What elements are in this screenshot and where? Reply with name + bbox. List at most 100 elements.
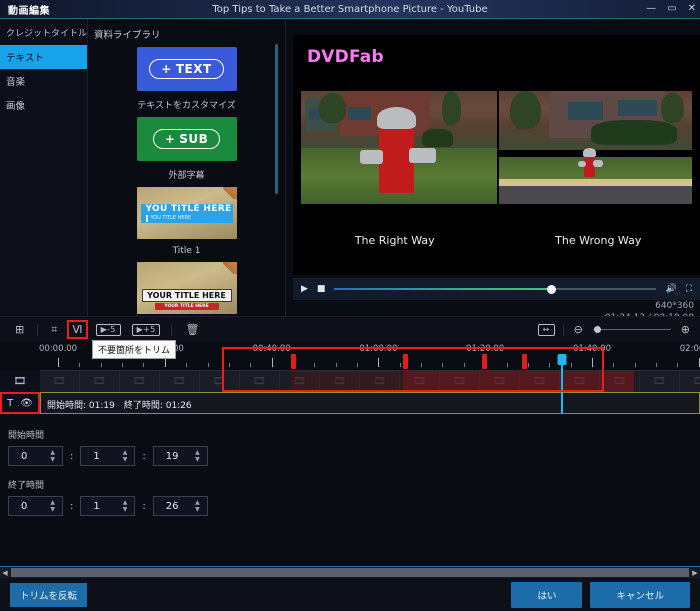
play-icon[interactable]: ▶ (301, 284, 308, 294)
timeline-marker[interactable] (521, 354, 527, 369)
ok-button[interactable]: はい (511, 581, 583, 608)
library-scrollbar[interactable] (275, 44, 278, 194)
video-thumbnail: 🎞 (200, 371, 240, 392)
start-seconds-stepper[interactable]: 19 ▲ ▼ (152, 446, 208, 466)
crop-icon[interactable]: ⌗ (49, 323, 59, 336)
title-template-2[interactable]: YOUR TITLE HERE YOUR TITLE HERE (136, 262, 237, 314)
sidebar-item-text[interactable]: テキスト (0, 45, 87, 69)
video-thumbnail: 🎞 (40, 371, 80, 392)
timeline-marker[interactable] (403, 354, 408, 369)
stepper-arrows[interactable]: ▲ ▼ (123, 500, 128, 513)
add-sub-pill: + SUB (152, 129, 221, 149)
trim-icon[interactable]: Ⅵ (67, 320, 88, 339)
horizontal-scrollbar[interactable]: ◀ ▶ (0, 566, 700, 578)
scroll-left-icon[interactable]: ◀ (0, 569, 10, 577)
back-5-button[interactable]: ▶-5 (95, 323, 121, 336)
stepper-down-icon[interactable]: ▼ (50, 457, 55, 463)
separator: : (142, 450, 146, 462)
title-template-1[interactable]: YOU TITLE HERE YOU TITLE HERE (136, 187, 237, 239)
seek-bar[interactable] (334, 283, 657, 295)
ruler-tick (399, 363, 401, 367)
hand-corner-decoration (222, 187, 237, 199)
ruler-tick (314, 363, 316, 367)
ruler-tick (58, 358, 59, 367)
library-header: 資料ライブラリ (94, 30, 161, 41)
delete-icon[interactable]: 🗑 (183, 323, 201, 336)
hydrant-arm-left (359, 149, 384, 165)
cancel-button[interactable]: キャンセル (590, 581, 690, 608)
scrollbar-thumb[interactable] (11, 568, 689, 577)
stepper-down-icon[interactable]: ▼ (123, 507, 128, 513)
volume-icon[interactable]: 🔊 (665, 284, 676, 294)
stepper-arrows[interactable]: ▲ ▼ (195, 450, 200, 463)
window-shape (618, 100, 658, 116)
video-track[interactable]: 🎞🎞🎞🎞🎞🎞🎞🎞🎞🎞🎞🎞🎞🎞🎞🎞🎞 (40, 370, 700, 392)
stepper-arrows[interactable]: ▲ ▼ (195, 500, 200, 513)
video-track-header[interactable]: 🎞 (0, 370, 40, 392)
ruler-tick (570, 363, 572, 367)
end-seconds-stepper[interactable]: 26 ▲ ▼ (152, 496, 208, 516)
hydrant-arm-left (577, 161, 586, 167)
split-icon[interactable]: ⊞ (13, 323, 26, 336)
zoom-slider-handle[interactable] (593, 326, 601, 333)
text-track[interactable]: 開始時間: 01:19 終了時間: 01:26 (40, 392, 700, 414)
maximize-icon[interactable]: ▭ (667, 4, 676, 14)
stepper-down-icon[interactable]: ▼ (195, 507, 200, 513)
ruler-tick (421, 363, 423, 367)
zoom-out-icon[interactable]: ⊖ (572, 323, 585, 336)
template-1-sub-text: YOU TITLE HERE (145, 215, 233, 222)
timeline-marker[interactable] (482, 354, 488, 369)
tree-shape (318, 93, 346, 123)
text-track-header[interactable]: T 👁 (0, 392, 40, 414)
resolution-label: 640*360 (655, 301, 694, 311)
minimize-icon[interactable]: — (646, 4, 656, 14)
seek-progress (334, 288, 554, 290)
stepper-arrows[interactable]: ▲ ▼ (50, 500, 55, 513)
close-icon[interactable]: ✕ (688, 4, 696, 14)
ruler-tick (463, 363, 465, 367)
sidebar-item-music[interactable]: 音楽 (0, 69, 87, 93)
shrub-shape (591, 120, 677, 146)
window-shape (568, 102, 603, 121)
playhead[interactable] (561, 354, 564, 414)
ruler-label: 02:00.00 (679, 344, 700, 354)
end-minutes-stepper[interactable]: 1 ▲ ▼ (80, 496, 136, 516)
stepper-down-icon[interactable]: ▼ (50, 507, 55, 513)
fit-icon[interactable]: ↔ (537, 323, 555, 336)
editor-toolbar: ⊞ ⌗ Ⅵ ▶-5 ▶+5 🗑 ↔ ⊖ ⊕ (0, 316, 700, 342)
add-subtitle-tile[interactable]: + SUB (136, 117, 237, 161)
add-sub-label: SUB (179, 132, 209, 146)
toolbar-separator (37, 323, 39, 336)
add-text-tile[interactable]: + TEXT (136, 47, 237, 91)
nav-header: クレジットタイトル (6, 29, 88, 39)
stop-icon[interactable]: ■ (317, 284, 326, 294)
ruler-tick (207, 363, 209, 367)
ruler-tick (79, 363, 81, 367)
ruler-label: 00:40.00 (252, 344, 291, 354)
stepper-down-icon[interactable]: ▼ (123, 457, 128, 463)
zoom-slider[interactable] (592, 325, 671, 335)
seek-handle[interactable] (546, 284, 556, 294)
end-time-label: 終了時間 (8, 481, 45, 491)
road-shape (498, 185, 692, 204)
end-minutes-value: 1 (93, 500, 100, 512)
forward-5-button[interactable]: ▶+5 (131, 323, 161, 336)
invert-trim-button[interactable]: トリムを反転 (10, 582, 88, 607)
timeline-marker[interactable] (290, 354, 296, 369)
stepper-arrows[interactable]: ▲ ▼ (123, 450, 128, 463)
separator: : (142, 500, 146, 512)
scroll-right-icon[interactable]: ▶ (690, 569, 700, 577)
fullscreen-icon[interactable]: ⛶ (686, 284, 692, 294)
ruler-tick (186, 363, 188, 367)
video-preview[interactable]: DVDFab The Right Way The Wrong Way (293, 35, 700, 275)
zoom-in-icon[interactable]: ⊕ (679, 323, 692, 336)
end-hours-stepper[interactable]: 0 ▲ ▼ (8, 496, 63, 516)
start-hours-stepper[interactable]: 0 ▲ ▼ (8, 446, 63, 466)
start-minutes-stepper[interactable]: 1 ▲ ▼ (80, 446, 136, 466)
start-minutes-value: 1 (93, 450, 100, 462)
sidebar-item-image[interactable]: 画像 (0, 93, 87, 117)
ruler-tick (656, 363, 658, 367)
eye-icon[interactable]: 👁 (20, 398, 33, 409)
stepper-down-icon[interactable]: ▼ (195, 457, 200, 463)
stepper-arrows[interactable]: ▲ ▼ (50, 450, 55, 463)
